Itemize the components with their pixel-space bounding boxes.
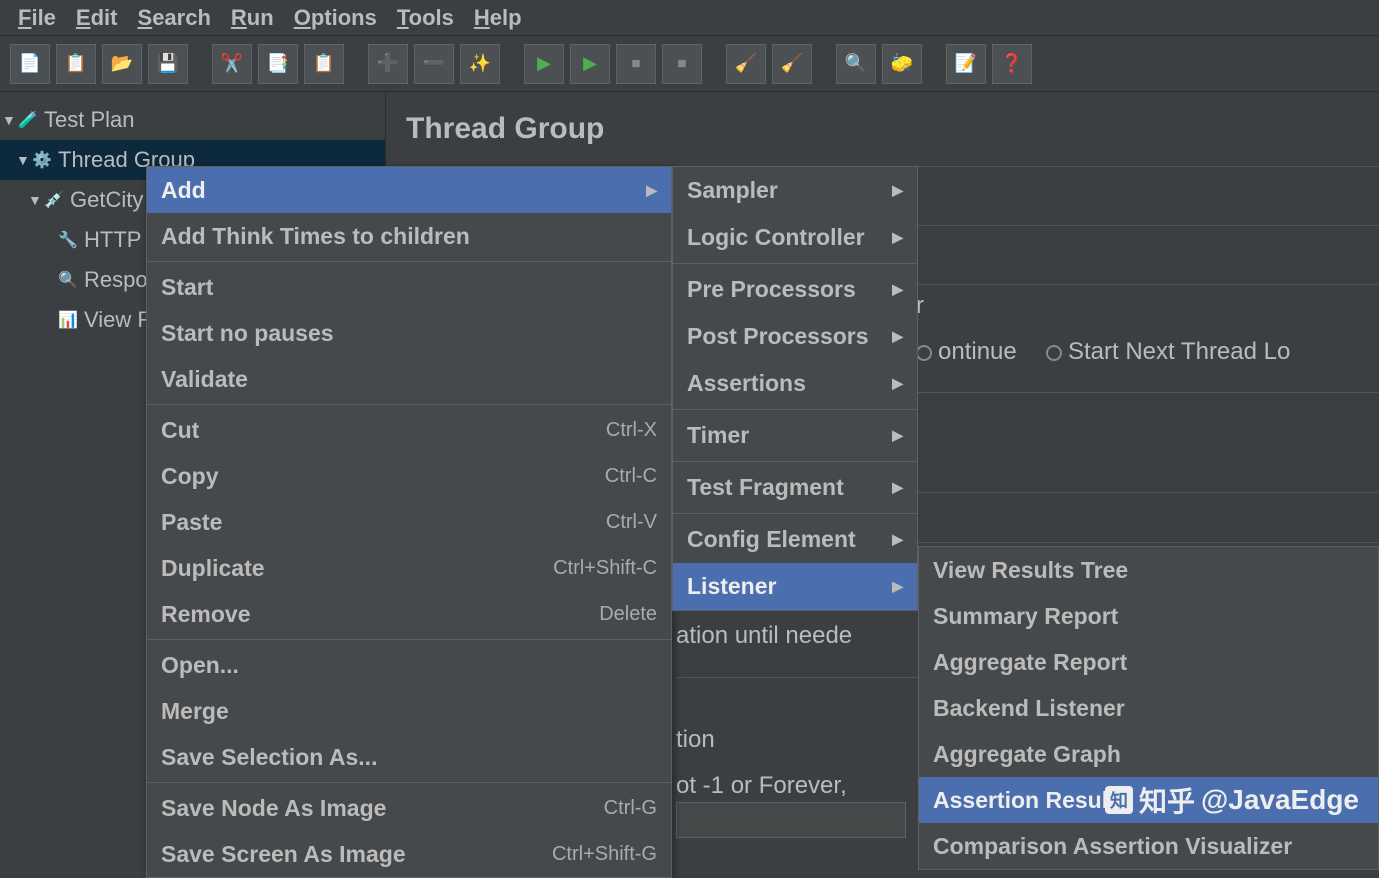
watermark: 知 知乎 @JavaEdge xyxy=(1105,780,1359,820)
ctx-item-validate[interactable]: Validate xyxy=(147,356,671,402)
menu-edit[interactable]: Edit xyxy=(68,1,126,35)
menu-options[interactable]: Options xyxy=(286,1,385,35)
paste-icon[interactable]: 📋 xyxy=(304,44,344,84)
start-icon[interactable]: ▶ xyxy=(524,44,564,84)
tree-label: Test Plan xyxy=(44,107,135,133)
start-no-pause-icon[interactable]: ▶ xyxy=(570,44,610,84)
submenu-item-post-processors[interactable]: Post Processors▶ xyxy=(673,313,917,360)
zhihu-icon: 知 xyxy=(1105,786,1133,814)
menu-help[interactable]: Help xyxy=(466,1,530,35)
ctx-item-copy[interactable]: CopyCtrl-C xyxy=(147,453,671,499)
save-icon[interactable]: 💾 xyxy=(148,44,188,84)
submenu-item-sampler[interactable]: Sampler▶ xyxy=(673,167,917,214)
assertion-icon: 🔍 xyxy=(58,270,78,290)
ctx-item-start[interactable]: Start xyxy=(147,264,671,310)
ctx-item-start-no-pauses[interactable]: Start no pauses xyxy=(147,310,671,356)
ctx-item-paste[interactable]: PasteCtrl-V xyxy=(147,499,671,545)
ctx-item-save-selection-as-[interactable]: Save Selection As... xyxy=(147,734,671,780)
copy-icon[interactable]: 📑 xyxy=(258,44,298,84)
wand-icon[interactable]: ✨ xyxy=(460,44,500,84)
submenu-item-config-element[interactable]: Config Element▶ xyxy=(673,516,917,563)
submenu-item-assertions[interactable]: Assertions▶ xyxy=(673,360,917,407)
listener-submenu: View Results TreeSummary ReportAggregate… xyxy=(918,546,1379,870)
ctx-item-add-think-times-to-children[interactable]: Add Think Times to children xyxy=(147,213,671,259)
clear-icon[interactable]: 🧹 xyxy=(726,44,766,84)
partial-text: tion xyxy=(676,726,715,754)
panel-title: Thread Group xyxy=(406,112,1379,146)
plus-icon[interactable]: ➕ xyxy=(368,44,408,84)
tree-test-plan[interactable]: ▼ 🧪 Test Plan xyxy=(0,100,385,140)
gear-icon: ⚙️ xyxy=(32,150,52,170)
listener-item-view-results-tree[interactable]: View Results Tree xyxy=(919,547,1378,593)
menu-tools[interactable]: Tools xyxy=(389,1,462,35)
submenu-item-test-fragment[interactable]: Test Fragment▶ xyxy=(673,464,917,511)
add-submenu: Sampler▶Logic Controller▶ Pre Processors▶… xyxy=(672,166,918,611)
clear-all-icon[interactable]: 🧹 xyxy=(772,44,812,84)
templates-icon[interactable]: 📋 xyxy=(56,44,96,84)
submenu-item-pre-processors[interactable]: Pre Processors▶ xyxy=(673,266,917,313)
chevron-down-icon: ▼ xyxy=(2,112,16,128)
chevron-down-icon: ▼ xyxy=(28,192,42,208)
submenu-item-timer[interactable]: Timer▶ xyxy=(673,412,917,459)
partial-text: ation until neede xyxy=(676,622,852,650)
stop-icon[interactable]: ⏹ xyxy=(616,44,656,84)
ctx-item-duplicate[interactable]: DuplicateCtrl+Shift-C xyxy=(147,545,671,591)
radio-start-next[interactable]: Start Next Thread Lo xyxy=(1046,338,1290,366)
menu-run[interactable]: Run xyxy=(223,1,282,35)
reset-search-icon[interactable]: 🧽 xyxy=(882,44,922,84)
ctx-item-cut[interactable]: CutCtrl-X xyxy=(147,407,671,453)
toolbar: 📄 📋 📂 💾 ✂️ 📑 📋 ➕ ➖ ✨ ▶ ▶ ⏹ ⏹ 🧹 🧹 🔍 🧽 📝 ❓ xyxy=(0,36,1379,92)
tree-label: Respo xyxy=(84,267,148,293)
listener-item-aggregate-report[interactable]: Aggregate Report xyxy=(919,639,1378,685)
flask-icon: 🧪 xyxy=(18,110,38,130)
help-icon[interactable]: ❓ xyxy=(992,44,1032,84)
search-icon[interactable]: 🔍 xyxy=(836,44,876,84)
shutdown-icon[interactable]: ⏹ xyxy=(662,44,702,84)
ctx-item-open-[interactable]: Open... xyxy=(147,642,671,688)
tree-label: View R xyxy=(84,307,153,333)
open-icon[interactable]: 📂 xyxy=(102,44,142,84)
chevron-down-icon: ▼ xyxy=(16,152,30,168)
partial-text: ot -1 or Forever, xyxy=(676,772,847,800)
ctx-item-save-node-as-image[interactable]: Save Node As ImageCtrl-G xyxy=(147,785,671,831)
submenu-item-listener[interactable]: Listener▶ xyxy=(673,563,917,610)
radio-continue[interactable]: ontinue xyxy=(916,338,1017,366)
context-menu: Add▶Add Think Times to children StartStar… xyxy=(146,166,672,878)
tree-label: HTTP xyxy=(84,227,141,253)
chart-icon: 📊 xyxy=(58,310,78,330)
pipette-icon: 💉 xyxy=(44,190,64,210)
minus-icon[interactable]: ➖ xyxy=(414,44,454,84)
function-icon[interactable]: 📝 xyxy=(946,44,986,84)
listener-item-summary-report[interactable]: Summary Report xyxy=(919,593,1378,639)
menu-search[interactable]: Search xyxy=(130,1,219,35)
menu-file[interactable]: File xyxy=(10,1,64,35)
ctx-item-remove[interactable]: RemoveDelete xyxy=(147,591,671,637)
wrench-icon: 🔧 xyxy=(58,230,78,250)
menubar: File Edit Search Run Options Tools Help xyxy=(0,0,1379,36)
cut-icon[interactable]: ✂️ xyxy=(212,44,252,84)
ctx-item-add[interactable]: Add▶ xyxy=(147,167,671,213)
ctx-item-merge[interactable]: Merge xyxy=(147,688,671,734)
listener-item-backend-listener[interactable]: Backend Listener xyxy=(919,685,1378,731)
submenu-item-logic-controller[interactable]: Logic Controller▶ xyxy=(673,214,917,261)
input-box[interactable] xyxy=(676,802,906,838)
new-icon[interactable]: 📄 xyxy=(10,44,50,84)
ctx-item-save-screen-as-image[interactable]: Save Screen As ImageCtrl+Shift-G xyxy=(147,831,671,877)
tree-label: GetCity xyxy=(70,187,143,213)
listener-item-comparison-assertion-visualizer[interactable]: Comparison Assertion Visualizer xyxy=(919,823,1378,869)
listener-item-aggregate-graph[interactable]: Aggregate Graph xyxy=(919,731,1378,777)
